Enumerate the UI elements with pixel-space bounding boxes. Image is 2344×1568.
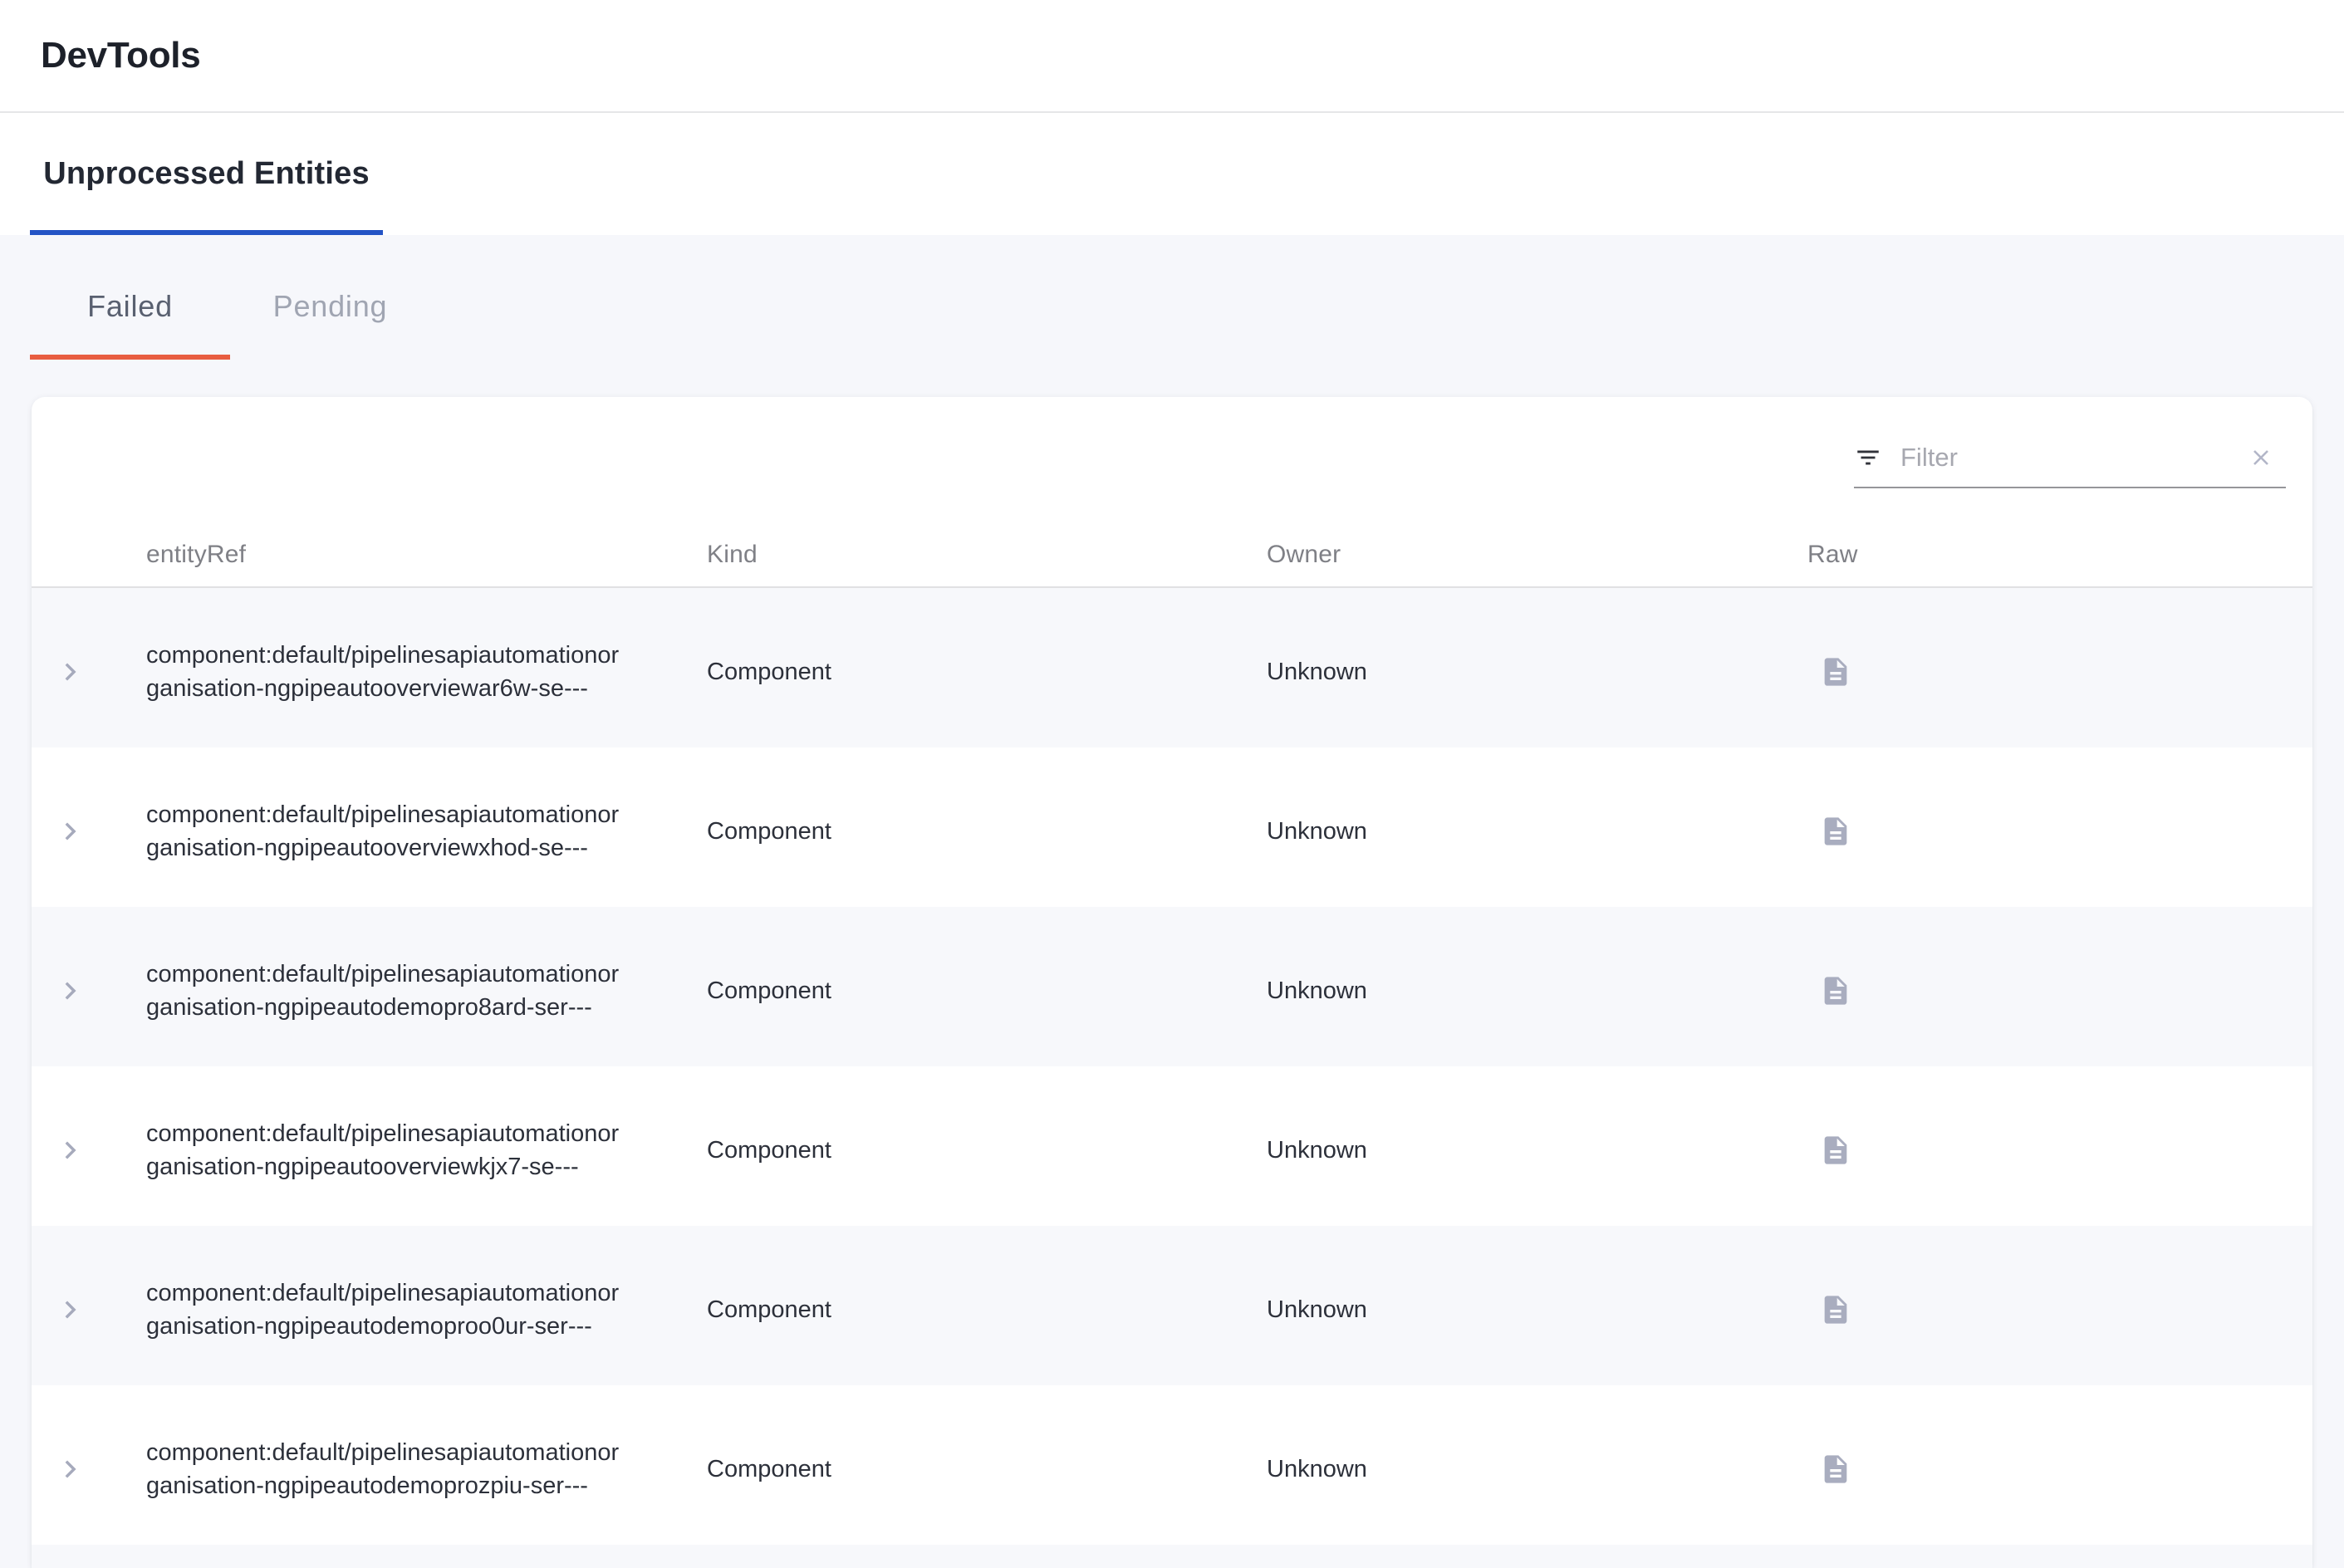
kind-cell: Component <box>707 978 1267 1005</box>
table-header-row: entityRef Kind Owner Raw <box>32 505 2312 588</box>
owner-cell: Unknown <box>1267 818 1807 845</box>
document-icon[interactable] <box>1819 1134 1852 1167</box>
tab-label: Unprocessed Entities <box>43 156 370 192</box>
expand-cell <box>32 657 146 687</box>
kind-cell: Component <box>707 659 1267 686</box>
kind-cell: Component <box>707 1137 1267 1164</box>
entityref-cell: component:default/pipelinesapiautomation… <box>146 798 707 865</box>
raw-cell <box>1807 1134 2312 1167</box>
expand-cell <box>32 1295 146 1325</box>
chevron-right-icon[interactable] <box>55 1295 85 1325</box>
document-icon[interactable] <box>1819 1453 1852 1486</box>
column-header-raw: Raw <box>1807 541 2312 569</box>
entityref-cell: component:default/pipelinesapiautomation… <box>146 1436 707 1502</box>
table-row[interactable]: component:default/pipelinesapiautomation… <box>32 1385 2312 1545</box>
table-body: component:default/pipelinesapiautomation… <box>32 588 2312 1568</box>
table-row[interactable]: component:default/pipelinesapiautomation… <box>32 1226 2312 1385</box>
filter-list-icon <box>1854 443 1882 472</box>
primary-tabbar: Unprocessed Entities <box>0 113 2344 235</box>
document-icon[interactable] <box>1819 1293 1852 1326</box>
table-row[interactable]: component:default/pipelinesapiautomation… <box>32 588 2312 747</box>
active-tab-indicator <box>30 355 230 360</box>
filter-row <box>32 397 2312 505</box>
tab-unprocessed-entities[interactable]: Unprocessed Entities <box>30 113 383 235</box>
owner-cell: Unknown <box>1267 978 1807 1005</box>
chevron-right-icon[interactable] <box>55 816 85 846</box>
content-area: Failed Pending entityRef <box>0 235 2344 1568</box>
page-title: DevTools <box>41 35 200 76</box>
clear-filter-button[interactable] <box>2248 445 2274 470</box>
raw-cell <box>1807 655 2312 688</box>
entityref-cell: component:default/pipelinesapiautomation… <box>146 1117 707 1183</box>
raw-cell <box>1807 974 2312 1007</box>
table-row[interactable]: component:default/pipelinesapiautomation… <box>32 747 2312 907</box>
status-tabbar: Failed Pending <box>0 235 2344 360</box>
expand-cell <box>32 1454 146 1484</box>
kind-cell: Component <box>707 1456 1267 1483</box>
raw-cell <box>1807 1293 2312 1326</box>
kind-cell: Component <box>707 1296 1267 1324</box>
owner-cell: Unknown <box>1267 1456 1807 1483</box>
column-header-owner: Owner <box>1267 541 1807 569</box>
entityref-cell: component:default/pipelinesapiautomation… <box>146 1276 707 1343</box>
document-icon[interactable] <box>1819 974 1852 1007</box>
unprocessed-entities-card: entityRef Kind Owner Raw component:defau… <box>32 397 2312 1568</box>
entityref-cell: component:default/pipelinesapiautomation… <box>146 958 707 1024</box>
owner-cell: Unknown <box>1267 1296 1807 1324</box>
chevron-right-icon[interactable] <box>55 976 85 1006</box>
raw-cell <box>1807 815 2312 848</box>
column-header-entityref: entityRef <box>146 541 707 569</box>
tab-pending[interactable]: Pending <box>230 235 430 360</box>
owner-cell: Unknown <box>1267 659 1807 686</box>
table-row-partial <box>32 1545 2312 1568</box>
table-row[interactable]: component:default/pipelinesapiautomation… <box>32 1066 2312 1226</box>
tab-label: Failed <box>87 289 173 324</box>
expand-cell <box>32 1135 146 1165</box>
table-row[interactable]: component:default/pipelinesapiautomation… <box>32 907 2312 1066</box>
raw-cell <box>1807 1453 2312 1486</box>
expand-cell <box>32 816 146 846</box>
close-icon <box>2248 445 2273 470</box>
entityref-cell: component:default/pipelinesapiautomation… <box>146 639 707 705</box>
filter-field[interactable] <box>1854 434 2286 488</box>
chevron-right-icon[interactable] <box>55 1135 85 1165</box>
page-header: DevTools <box>0 0 2344 113</box>
document-icon[interactable] <box>1819 815 1852 848</box>
filter-input[interactable] <box>1900 443 2248 473</box>
owner-cell: Unknown <box>1267 1137 1807 1164</box>
chevron-right-icon[interactable] <box>55 657 85 687</box>
tab-label: Pending <box>273 289 388 324</box>
expand-cell <box>32 976 146 1006</box>
tab-failed[interactable]: Failed <box>30 235 230 360</box>
column-header-kind: Kind <box>707 541 1267 569</box>
kind-cell: Component <box>707 818 1267 845</box>
chevron-right-icon[interactable] <box>55 1454 85 1484</box>
document-icon[interactable] <box>1819 655 1852 688</box>
